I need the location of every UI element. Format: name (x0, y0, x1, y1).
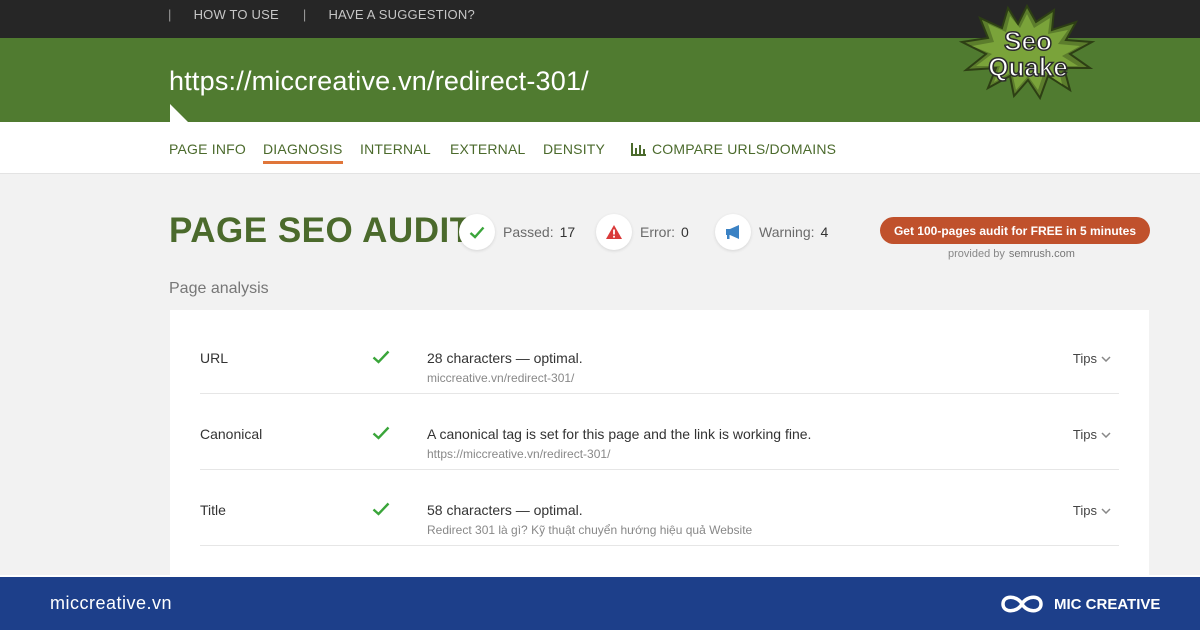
compare-label: COMPARE URLS/DOMAINS (652, 141, 837, 157)
row-detail: miccreative.vn/redirect-301/ (427, 371, 575, 385)
row-name: URL (200, 350, 229, 366)
main-nav: PAGE INFO DIAGNOSIS INTERNAL EXTERNAL DE… (0, 122, 1200, 174)
table-row: Canonical A canonical tag is set for thi… (200, 394, 1119, 470)
chevron-down-icon (1101, 431, 1111, 438)
megaphone-icon (715, 214, 751, 250)
header-notch (170, 104, 188, 122)
section-title: Page analysis (169, 280, 269, 297)
warning-stat: Warning: 4 (715, 214, 828, 250)
suggestion-link[interactable]: HAVE A SUGGESTION? (328, 7, 474, 22)
passed-stat: Passed: 17 (459, 214, 575, 250)
check-icon (372, 350, 390, 364)
passed-value: 17 (559, 224, 576, 240)
top-links: | HOW TO USE | HAVE A SUGGESTION? (168, 7, 499, 22)
separator: | (168, 7, 172, 22)
tab-internal[interactable]: INTERNAL (360, 141, 431, 157)
warning-triangle-icon (596, 214, 632, 250)
seoquake-logo: Seo Quake (958, 4, 1096, 100)
provided-by: provided by semrush.com (948, 248, 1075, 260)
error-stat: Error: 0 (596, 214, 689, 250)
error-label: Error: (640, 224, 675, 240)
check-icon (372, 502, 390, 516)
free-audit-button[interactable]: Get 100-pages audit for FREE in 5 minute… (880, 217, 1150, 244)
footer-brand-name: MIC CREATIVE (1054, 595, 1161, 613)
row-name: Title (200, 502, 226, 518)
logo-text-quake: Quake (988, 52, 1068, 82)
tab-compare-urls[interactable]: COMPARE URLS/DOMAINS (631, 141, 836, 157)
tab-density[interactable]: DENSITY (543, 141, 605, 157)
tips-label: Tips (1072, 351, 1097, 366)
warning-label: Warning: (759, 224, 815, 240)
row-result: 28 characters — optimal. (427, 350, 583, 366)
check-icon (372, 426, 390, 440)
tips-label: Tips (1072, 503, 1097, 518)
warning-value: 4 (820, 224, 829, 240)
error-value: 0 (681, 224, 689, 240)
tips-label: Tips (1072, 427, 1097, 442)
tips-toggle[interactable]: Tips (1073, 427, 1111, 442)
footer-bar: miccreative.vn MIC CREATIVE (0, 575, 1200, 630)
tab-diagnosis[interactable]: DIAGNOSIS (263, 141, 343, 164)
infinity-logo-icon (1001, 595, 1043, 613)
check-icon (459, 214, 495, 250)
footer-brand: MIC CREATIVE (998, 590, 1160, 618)
row-result: 58 characters — optimal. (427, 502, 583, 518)
provider-link[interactable]: semrush.com (1009, 248, 1075, 260)
chevron-down-icon (1101, 355, 1111, 362)
footer-site: miccreative.vn (50, 593, 173, 613)
tips-toggle[interactable]: Tips (1073, 351, 1111, 366)
chevron-down-icon (1101, 507, 1111, 514)
passed-label: Passed: (503, 224, 554, 240)
tab-external[interactable]: EXTERNAL (450, 141, 526, 157)
how-to-use-link[interactable]: HOW TO USE (194, 7, 279, 22)
tips-toggle[interactable]: Tips (1073, 503, 1111, 518)
analysis-panel: URL 28 characters — optimal. miccreative… (170, 310, 1149, 590)
row-detail: https://miccreative.vn/redirect-301/ (427, 447, 611, 461)
page-url: https://miccreative.vn/redirect-301/ (169, 66, 589, 96)
bar-chart-icon (631, 143, 646, 156)
table-row: URL 28 characters — optimal. miccreative… (200, 318, 1119, 394)
tab-page-info[interactable]: PAGE INFO (169, 141, 246, 157)
table-row: Title 58 characters — optimal. Redirect … (200, 470, 1119, 546)
row-detail: Redirect 301 là gì? Kỹ thuật chuyển hướn… (427, 523, 753, 537)
separator: | (302, 7, 307, 22)
provided-by-label: provided by (948, 248, 1005, 260)
page-title: PAGE SEO AUDIT (169, 211, 472, 250)
row-result: A canonical tag is set for this page and… (427, 426, 812, 442)
row-name: Canonical (200, 426, 263, 442)
